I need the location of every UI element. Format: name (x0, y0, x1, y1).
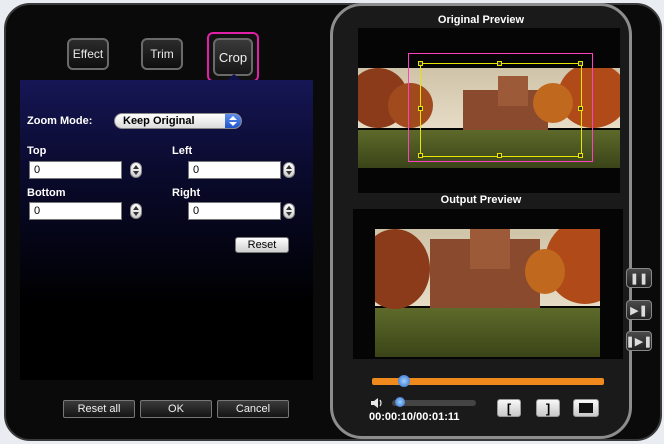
top-label: Top (27, 145, 47, 157)
original-preview-title: Original Preview (437, 14, 525, 26)
step-forward-button[interactable]: ▶❚ (626, 300, 652, 320)
tab-effect-label: Effect (72, 47, 104, 61)
reset-all-button[interactable]: Reset all (63, 400, 135, 418)
tab-trim-label: Trim (150, 47, 174, 61)
crop-handle[interactable] (578, 61, 583, 66)
bottom-label: Bottom (27, 187, 66, 199)
left-label: Left (172, 145, 193, 157)
crop-handle[interactable] (578, 106, 583, 111)
crop-handle[interactable] (497, 61, 502, 66)
top-input[interactable]: 0 (29, 161, 122, 179)
right-input[interactable]: 0 (188, 202, 281, 220)
crop-handle[interactable] (418, 106, 423, 111)
fullscreen-icon (579, 403, 593, 413)
bottom-input[interactable]: 0 (29, 202, 122, 220)
left-input[interactable]: 0 (188, 161, 281, 179)
right-stepper[interactable] (283, 203, 295, 219)
right-label: Right (172, 187, 201, 199)
step-forward-icon: ▶❚ (630, 304, 648, 317)
crop-handle[interactable] (578, 153, 583, 158)
zoom-mode-value: Keep Original (123, 115, 195, 127)
crop-handle[interactable] (418, 153, 423, 158)
left-stepper[interactable] (283, 162, 295, 178)
mark-out-icon: ] (545, 400, 551, 416)
zoom-mode-label: Zoom Mode: (27, 115, 93, 127)
fullscreen-button[interactable] (573, 399, 599, 417)
speaker-icon[interactable] (370, 396, 384, 410)
select-arrows-icon (225, 114, 241, 128)
reset-button[interactable]: Reset (235, 237, 289, 253)
crop-handle[interactable] (497, 153, 502, 158)
time-readout: 00:00:10/00:01:11 (369, 411, 460, 423)
crop-handle[interactable] (418, 61, 423, 66)
mark-in-icon: [ (506, 400, 512, 416)
tab-trim[interactable]: Trim (141, 38, 183, 70)
preview-pane: Original Preview Output Preview (330, 3, 632, 439)
mark-out-button[interactable]: ] (536, 399, 560, 417)
tab-effect[interactable]: Effect (67, 38, 109, 70)
next-frame-button[interactable]: ❚▶❚ (626, 331, 652, 351)
cancel-button[interactable]: Cancel (217, 400, 289, 418)
output-preview-screen (353, 209, 623, 359)
top-stepper[interactable] (130, 162, 142, 178)
tab-crop-label: Crop (218, 49, 248, 65)
pause-button[interactable]: ❚❚ (626, 268, 652, 288)
ok-button[interactable]: OK (140, 400, 212, 418)
output-preview-title: Output Preview (440, 194, 522, 206)
crop-selection-box[interactable] (420, 63, 582, 157)
volume-handle[interactable] (395, 397, 405, 407)
bottom-stepper[interactable] (130, 203, 142, 219)
pause-icon: ❚❚ (629, 272, 649, 285)
mark-in-button[interactable]: [ (497, 399, 521, 417)
output-video-frame (375, 229, 600, 357)
next-frame-icon: ❚▶❚ (625, 335, 653, 348)
zoom-mode-select[interactable]: Keep Original (114, 113, 242, 129)
